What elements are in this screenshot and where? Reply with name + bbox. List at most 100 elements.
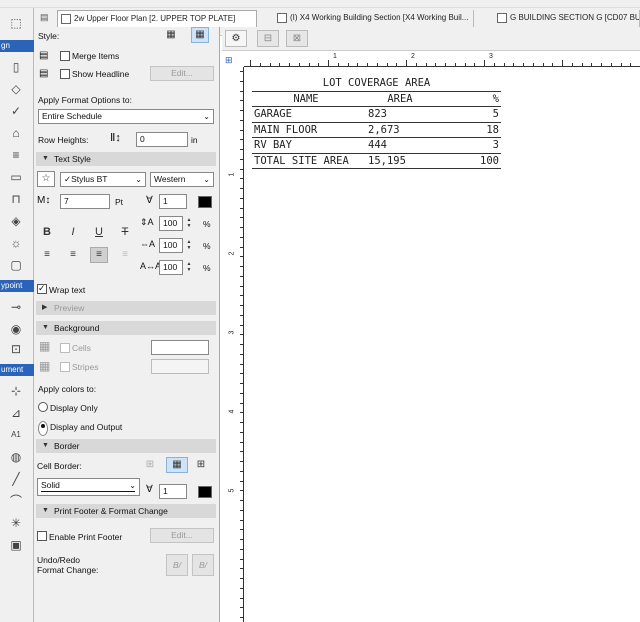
row-name: RV BAY (254, 139, 292, 151)
border-all-icon[interactable]: ⊞ (192, 457, 210, 473)
stripes-checkbox[interactable] (60, 362, 70, 372)
align-left-icon[interactable]: ≡ (38, 247, 56, 263)
cells-checkbox[interactable] (60, 343, 70, 353)
tab-building-section-g[interactable]: G BUILDING SECTION G [CD07 BUILD (494, 10, 640, 27)
column-tool-icon[interactable]: ▯ (8, 60, 24, 74)
spacing-spinner[interactable]: ▲ ▼ (185, 239, 193, 252)
ruler-origin-icon[interactable]: ⊞ (225, 55, 233, 66)
bold-button[interactable]: B (38, 224, 56, 240)
table-row[interactable]: TOTAL SITE AREA 15,195 100 (252, 154, 501, 169)
ruler-tick (454, 63, 456, 66)
align-center-icon[interactable]: ≡ (64, 247, 82, 263)
table-row[interactable]: MAIN FLOOR 2,673 18 (252, 123, 501, 138)
stripes-color-field[interactable] (151, 359, 209, 374)
schedule-canvas[interactable]: ⚙ ⊟ ⊠ ⊞ 1 2 3 1 2 3 4 5 LOT COVERAGE ARE… (222, 27, 640, 622)
merge-items-checkbox[interactable] (60, 51, 70, 61)
display-output-label: Display and Output (50, 422, 123, 432)
window-tool-icon[interactable]: ▭ (8, 170, 24, 184)
background-section[interactable]: ▼ Background (36, 321, 216, 335)
arc-tool-icon[interactable]: ⌒ (8, 494, 24, 508)
script-select[interactable]: Western ⌄ (150, 172, 214, 187)
table-row[interactable]: RV BAY 444 3 (252, 138, 501, 154)
tab-upper-floor-plan[interactable]: 2w Upper Floor Plan [2. UPPER TOP PLATE] (57, 10, 257, 27)
railing-tool-icon[interactable]: ⊓ (8, 192, 24, 206)
redo-format-button[interactable]: B/ (192, 554, 214, 576)
wall-tool-icon[interactable]: ✓ (8, 104, 24, 118)
line-tool-icon[interactable]: ╱ (8, 472, 24, 486)
row-heights-field[interactable]: 0 (136, 132, 188, 147)
undo-format-button[interactable]: B/ (166, 554, 188, 576)
camera-tool-icon[interactable]: ⊡ (8, 342, 24, 356)
border-color-swatch[interactable] (198, 486, 212, 498)
favorite-style-icon[interactable]: ☆ (37, 171, 55, 187)
border-pen-field[interactable]: 1 (159, 484, 187, 499)
align-right-icon[interactable]: ≡ (90, 247, 108, 263)
ruler-tick (240, 412, 243, 414)
fill-tool-icon[interactable]: ◍ (8, 450, 24, 464)
align-justify-icon[interactable]: ≡ (116, 247, 134, 263)
enable-print-footer-checkbox[interactable] (37, 531, 47, 541)
ruler-tick (240, 519, 243, 521)
row-name: TOTAL SITE AREA (254, 154, 349, 167)
detail-tool-icon[interactable]: ◉ (8, 322, 24, 336)
width-factor-field[interactable]: 100 (159, 216, 183, 231)
edit-footer-button[interactable]: Edit... (150, 528, 214, 543)
level-dimension-icon[interactable]: ⊿ (8, 406, 24, 420)
italic-button[interactable]: I (64, 224, 82, 240)
slab-tool-icon[interactable]: ◇ (8, 82, 24, 96)
border-line-type-select[interactable]: Solid ⌄ (37, 478, 140, 496)
toolbox-group-design[interactable]: gn (0, 40, 34, 52)
char-spacing-spinner[interactable]: ▲ ▼ (185, 261, 193, 274)
display-only-radio[interactable] (38, 402, 48, 412)
tab-building-section-x4[interactable]: (I) X4 Working Building Section [X4 Work… (274, 10, 474, 27)
row-heights-unit: in (191, 135, 198, 145)
border-outer-icon[interactable]: ▦ (166, 457, 188, 473)
strikethrough-button[interactable]: T (116, 224, 134, 240)
char-spacing-field[interactable]: 100 (159, 260, 183, 275)
wrap-text-checkbox[interactable] (37, 283, 47, 294)
font-size-field[interactable]: 7 (60, 194, 110, 209)
object-tool-icon[interactable]: ▢ (8, 258, 24, 272)
print-footer-section[interactable]: ▼ Print Footer & Format Change (36, 504, 216, 518)
roof-tool-icon[interactable]: ⌂ (8, 126, 24, 140)
ruler-tick (240, 295, 243, 297)
ruler-tick (406, 60, 407, 66)
toolbox-group-document[interactable]: ument (0, 364, 34, 376)
width-factor-spinner[interactable]: ▲ ▼ (185, 217, 193, 230)
unmerge-cells-icon[interactable]: ⊠ (286, 30, 308, 47)
ruler-tick (240, 285, 243, 287)
text-tool-icon[interactable]: A1 (8, 428, 24, 442)
table-row[interactable]: GARAGE 823 5 (252, 107, 501, 123)
dimension-tool-icon[interactable]: ⊹ (8, 384, 24, 398)
marquee-icon[interactable]: ⬚ (8, 16, 24, 30)
preview-section[interactable]: ▶ Preview (36, 301, 216, 315)
border-none-icon[interactable]: ⊞ (141, 457, 159, 473)
border-section[interactable]: ▼ Border (36, 439, 216, 453)
hotspot-tool-icon[interactable]: ✳ (8, 516, 24, 530)
ruler-label: 2 (228, 251, 236, 256)
style-grid-selected-icon[interactable]: ▦ (191, 27, 209, 43)
settings-gear-icon[interactable]: ⚙ (225, 30, 247, 47)
section-tool-icon[interactable]: ⊸ (8, 300, 24, 314)
style-grid-icon[interactable]: ▦ (162, 27, 180, 43)
ruler-tick (240, 334, 243, 336)
toolbox-group-viewpoint[interactable]: ypoint (0, 280, 34, 292)
text-color-swatch[interactable] (198, 196, 212, 208)
lamp-tool-icon[interactable]: ☼ (8, 236, 24, 250)
show-headline-checkbox[interactable] (60, 69, 70, 79)
underline-button[interactable]: U (90, 224, 108, 240)
merge-cells-icon[interactable]: ⊟ (257, 30, 279, 47)
font-select[interactable]: ✓Stylus BT ⌄ (60, 172, 146, 187)
apply-format-select[interactable]: Entire Schedule ⌄ (38, 109, 214, 124)
text-style-section[interactable]: ▼ Text Style (36, 152, 216, 166)
tab-menu-icon[interactable]: ▤ (40, 12, 49, 23)
figure-tool-icon[interactable]: ▣ (8, 538, 24, 552)
text-pen-field[interactable]: 1 (159, 194, 187, 209)
stair-tool-icon[interactable]: ≡ (8, 148, 24, 162)
edit-headline-button[interactable]: Edit... (150, 66, 214, 81)
display-output-radio[interactable] (38, 421, 48, 436)
mesh-tool-icon[interactable]: ◈ (8, 214, 24, 228)
ruler-tick (240, 392, 243, 394)
spacing-field[interactable]: 100 (159, 238, 183, 253)
cells-color-field[interactable] (151, 340, 209, 355)
